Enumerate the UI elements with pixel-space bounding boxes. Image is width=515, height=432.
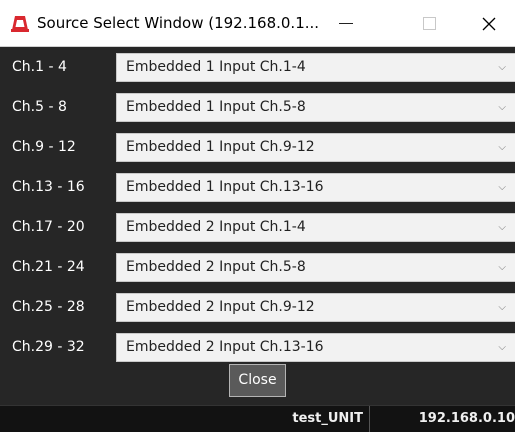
channel-label: Ch.29 - 32 — [12, 339, 85, 355]
status-bar: test_UNIT 192.168.0.10 — [0, 405, 515, 432]
channel-row: Ch.21 - 24 Embedded 2 Input Ch.5-8 ⌵ — [0, 247, 515, 287]
title-bar: Source Select Window (192.168.0.1... — [0, 0, 515, 47]
maximize-button[interactable] — [398, 0, 460, 47]
channel-row: Ch.13 - 16 Embedded 1 Input Ch.13-16 ⌵ — [0, 167, 515, 207]
chevron-down-icon: ⌵ — [498, 302, 506, 313]
minimize-icon — [339, 22, 353, 25]
window-title: Source Select Window (192.168.0.1... — [37, 14, 320, 32]
maximize-icon — [422, 17, 436, 30]
channel-row: Ch.17 - 20 Embedded 2 Input Ch.1-4 ⌵ — [0, 207, 515, 247]
source-select-value: Embedded 2 Input Ch.13-16 — [126, 339, 324, 355]
source-select-value: Embedded 2 Input Ch.1-4 — [126, 219, 306, 235]
source-select-value: Embedded 1 Input Ch.5-8 — [126, 99, 306, 115]
channel-label: Ch.13 - 16 — [12, 179, 85, 195]
close-icon — [482, 17, 496, 30]
channel-row: Ch.9 - 12 Embedded 1 Input Ch.9-12 ⌵ — [0, 127, 515, 167]
channel-row: Ch.1 - 4 Embedded 1 Input Ch.1-4 ⌵ — [0, 47, 515, 87]
source-select[interactable]: Embedded 1 Input Ch.9-12 ⌵ — [116, 133, 515, 162]
source-select[interactable]: Embedded 2 Input Ch.13-16 ⌵ — [116, 333, 515, 362]
channel-label: Ch.5 - 8 — [12, 99, 67, 115]
minimize-button[interactable] — [315, 0, 377, 47]
source-select[interactable]: Embedded 2 Input Ch.5-8 ⌵ — [116, 253, 515, 282]
source-select-value: Embedded 1 Input Ch.9-12 — [126, 139, 315, 155]
channel-label: Ch.1 - 4 — [12, 59, 67, 75]
source-select[interactable]: Embedded 2 Input Ch.1-4 ⌵ — [116, 213, 515, 242]
chevron-down-icon: ⌵ — [498, 102, 506, 113]
app-logo-icon — [11, 16, 29, 32]
channel-label: Ch.9 - 12 — [12, 139, 76, 155]
channel-row: Ch.25 - 28 Embedded 2 Input Ch.9-12 ⌵ — [0, 287, 515, 327]
close-button[interactable]: Close — [229, 364, 286, 397]
unit-name: test_UNIT — [270, 406, 370, 432]
channel-label: Ch.17 - 20 — [12, 219, 85, 235]
channel-row: Ch.29 - 32 Embedded 2 Input Ch.13-16 ⌵ — [0, 327, 515, 367]
ip-address: 192.168.0.10 — [418, 411, 515, 426]
source-select[interactable]: Embedded 1 Input Ch.5-8 ⌵ — [116, 93, 515, 122]
channel-row: Ch.5 - 8 Embedded 1 Input Ch.5-8 ⌵ — [0, 87, 515, 127]
channel-label: Ch.25 - 28 — [12, 299, 85, 315]
source-select[interactable]: Embedded 2 Input Ch.9-12 ⌵ — [116, 293, 515, 322]
close-window-button[interactable] — [458, 0, 515, 47]
source-select-value: Embedded 1 Input Ch.13-16 — [126, 179, 324, 195]
source-select-value: Embedded 2 Input Ch.9-12 — [126, 299, 315, 315]
channel-label: Ch.21 - 24 — [12, 259, 85, 275]
source-select[interactable]: Embedded 1 Input Ch.13-16 ⌵ — [116, 173, 515, 202]
chevron-down-icon: ⌵ — [498, 142, 506, 153]
chevron-down-icon: ⌵ — [498, 222, 506, 233]
chevron-down-icon: ⌵ — [498, 342, 506, 353]
chevron-down-icon: ⌵ — [498, 182, 506, 193]
chevron-down-icon: ⌵ — [498, 262, 506, 273]
source-select-value: Embedded 2 Input Ch.5-8 — [126, 259, 306, 275]
chevron-down-icon: ⌵ — [498, 62, 506, 73]
source-select-value: Embedded 1 Input Ch.1-4 — [126, 59, 306, 75]
source-select[interactable]: Embedded 1 Input Ch.1-4 ⌵ — [116, 53, 515, 82]
source-select-panel: Ch.1 - 4 Embedded 1 Input Ch.1-4 ⌵ Ch.5 … — [0, 47, 515, 405]
